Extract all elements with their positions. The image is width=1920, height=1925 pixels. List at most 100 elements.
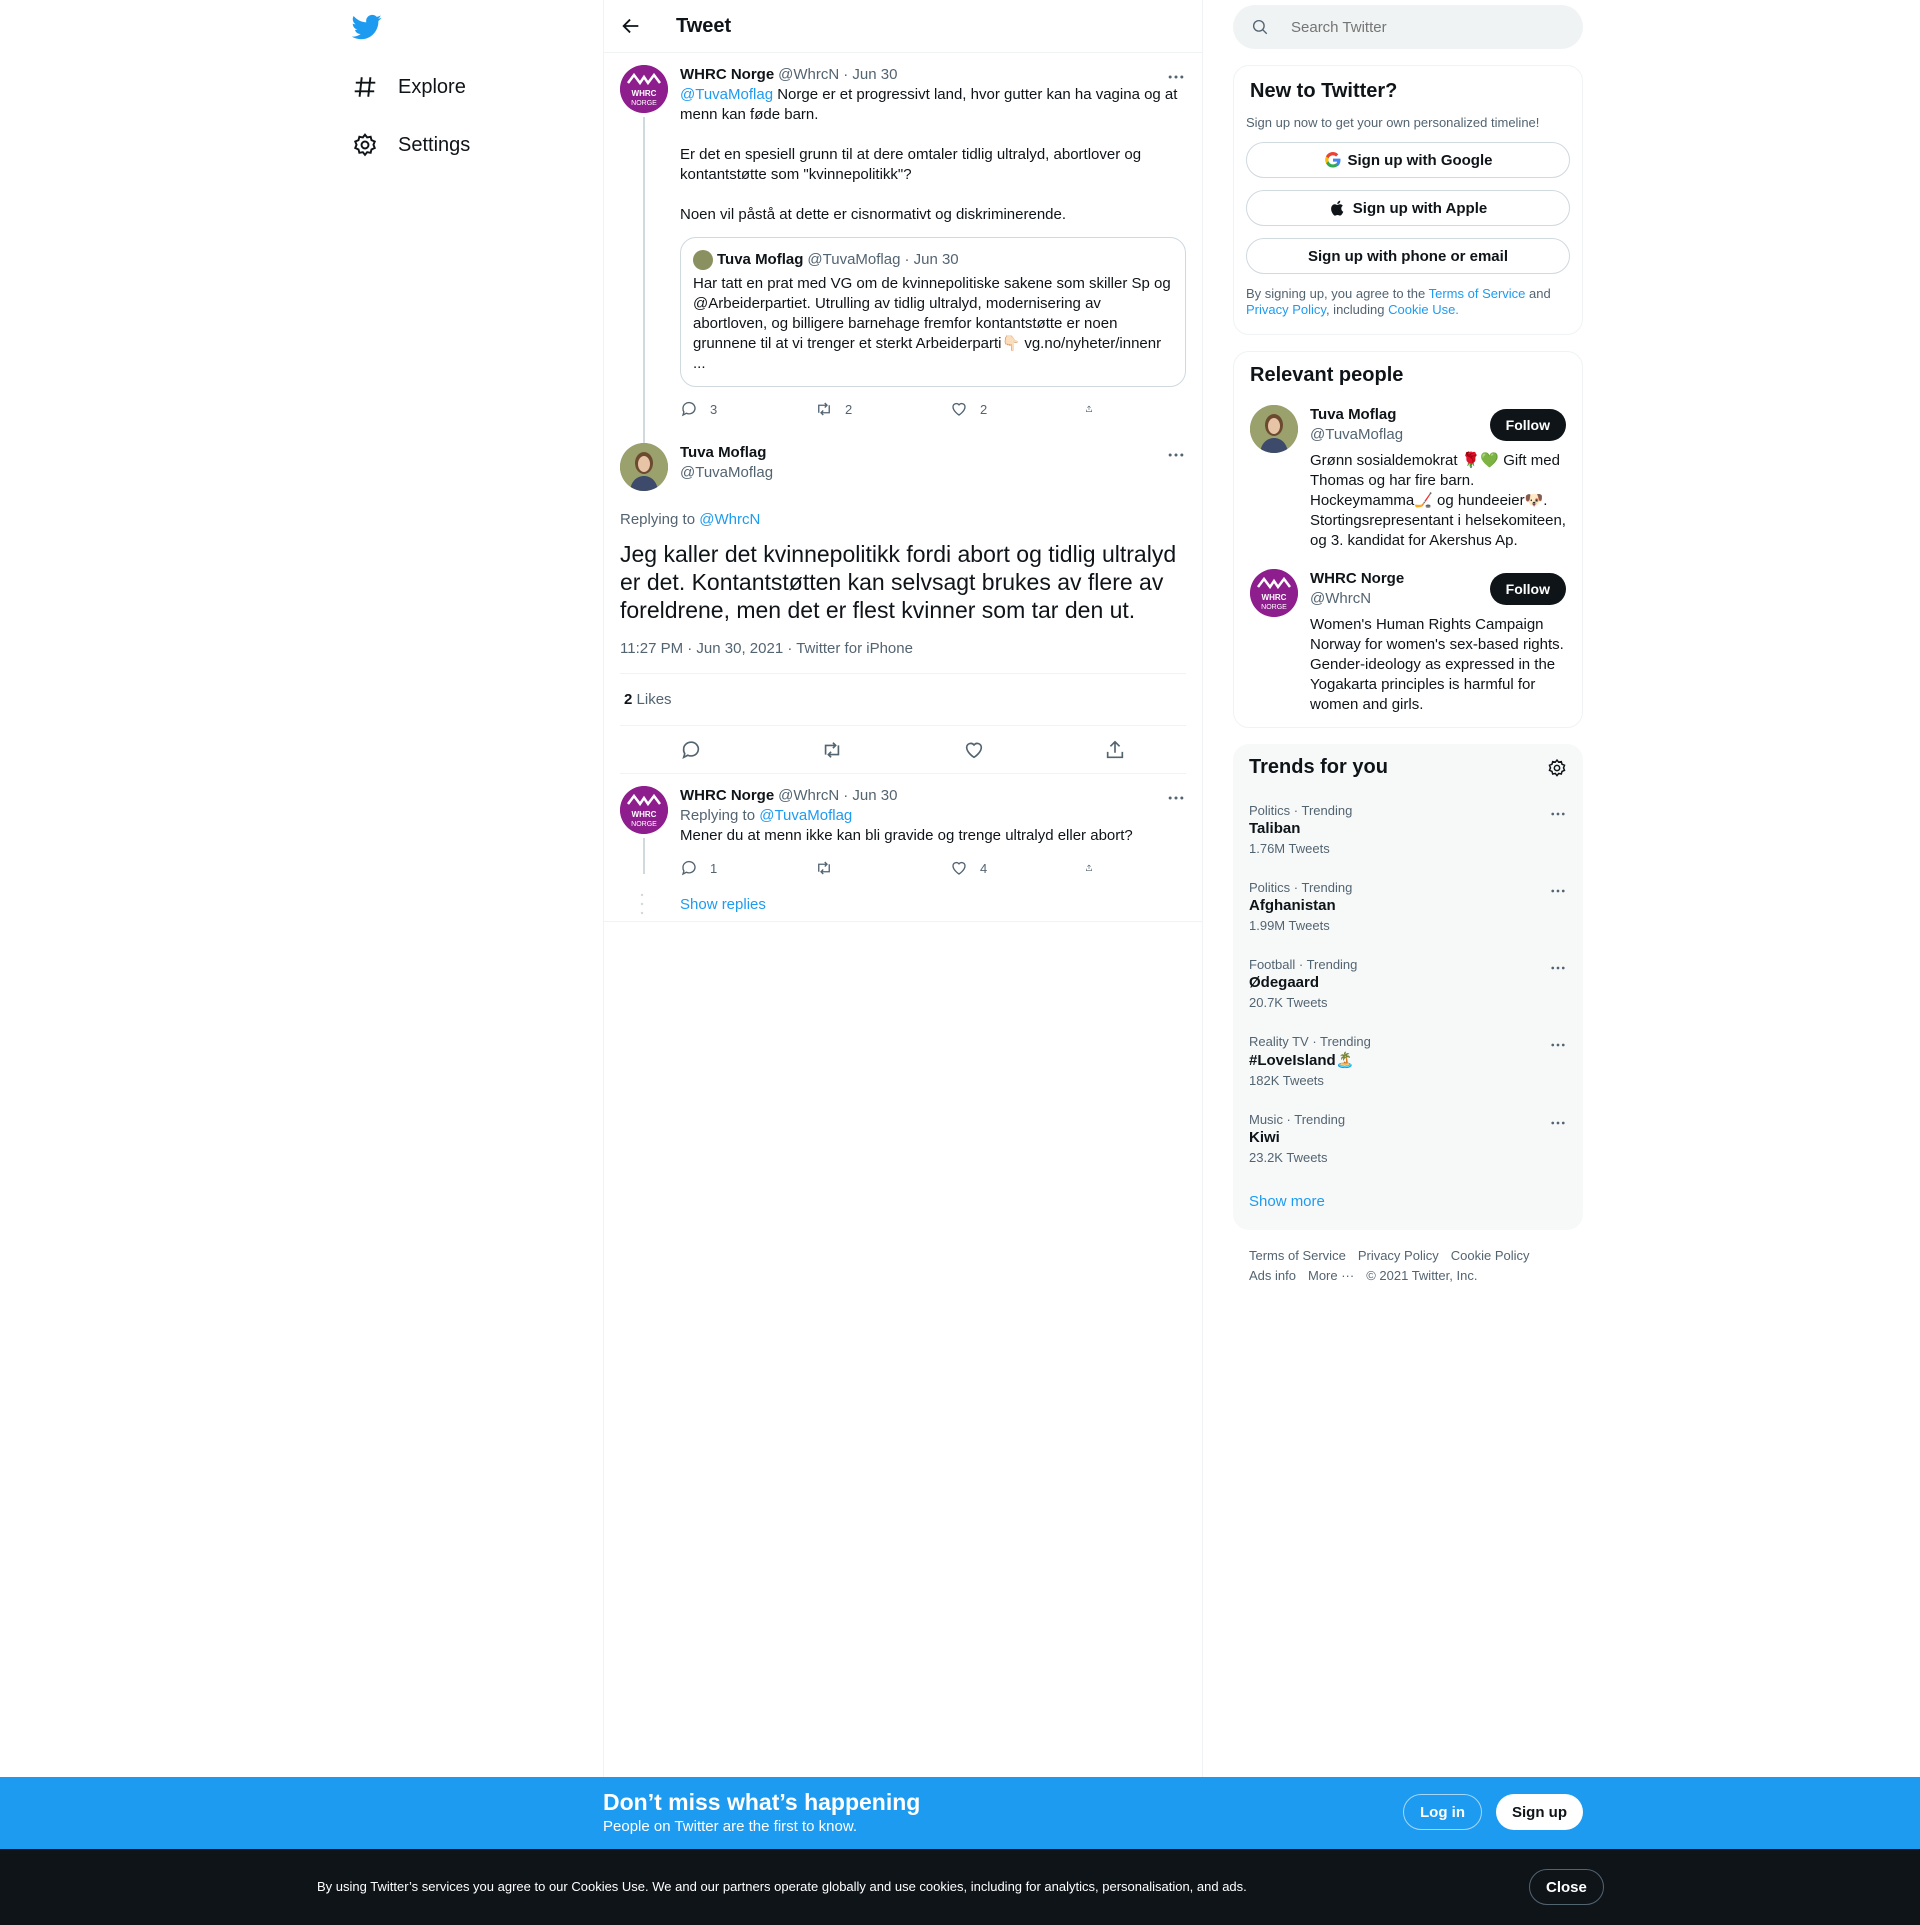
author-name[interactable]: Tuva Moflag (680, 444, 766, 461)
quoted-tweet[interactable]: Tuva Moflag @TuvaMoflag · Jun 30 Har tat… (680, 237, 1186, 387)
share-icon[interactable] (1104, 739, 1126, 761)
trend-item[interactable]: Football · Trending Ødegaard 20.7K Tweet… (1233, 945, 1583, 1022)
author-name[interactable]: WHRC Norge (680, 65, 774, 85)
follow-button[interactable]: Follow (1489, 573, 1566, 605)
retweet-button[interactable]: 2 (815, 399, 925, 419)
svg-text:NORGE: NORGE (1261, 604, 1287, 611)
hashtag-icon (354, 77, 376, 97)
avatar-whrc[interactable]: WHRC NORGE (620, 786, 668, 834)
cookie-close-button[interactable]: Close (1529, 1869, 1604, 1905)
footer-more[interactable]: More ··· (1308, 1268, 1354, 1283)
signup-phone-button[interactable]: Sign up with phone or email (1246, 238, 1570, 274)
avatar-whrc[interactable]: WHRC NORGE (1250, 569, 1298, 617)
signup-google-button[interactable]: Sign up with Google (1246, 142, 1570, 178)
person-bio: Grønn sosialdemokrat 🌹💚 Gift med Thomas … (1310, 452, 1566, 549)
tweet-text: @TuvaMoflag Norge er et progressivt land… (680, 85, 1186, 225)
like-count: 2 (980, 401, 988, 417)
signup-button[interactable]: Sign up (1496, 1794, 1583, 1830)
retweet-icon[interactable] (821, 739, 843, 761)
author-handle[interactable]: @WhrcN (778, 65, 839, 85)
more-icon[interactable] (1166, 445, 1186, 465)
gear-icon[interactable] (1547, 758, 1567, 778)
more-icon[interactable] (1549, 959, 1567, 977)
google-icon (1324, 152, 1340, 168)
parent-tweet[interactable]: WHRC NORGE WHRC Norge @WhrcN · Jun 30 @T… (604, 53, 1202, 473)
trend-item[interactable]: Reality TV · Trending #LoveIsland🏝️ 182K… (1233, 1022, 1583, 1100)
reply-button[interactable]: 1 (680, 858, 790, 878)
more-icon[interactable] (1549, 1114, 1567, 1132)
replying-to-link[interactable]: @TuvaMoflag (759, 807, 852, 824)
reply-button[interactable]: 3 (680, 399, 790, 419)
replying-to-link[interactable]: @WhrcN (699, 511, 760, 528)
trend-item[interactable]: Politics · Trending Afghanistan 1.99M Tw… (1233, 868, 1583, 945)
nav-explore[interactable]: Explore (352, 67, 466, 107)
back-arrow-icon[interactable] (620, 15, 642, 37)
share-button[interactable] (1085, 858, 1105, 878)
replying-to: Replying to @TuvaMoflag (680, 806, 1186, 826)
author-handle[interactable]: @WhrcN (778, 786, 839, 806)
mention-link[interactable]: @TuvaMoflag (680, 86, 773, 103)
author-handle[interactable]: @TuvaMoflag (680, 463, 1186, 483)
more-icon[interactable] (1549, 805, 1567, 823)
trend-item[interactable]: Music · Trending Kiwi 23.2K Tweets (1233, 1100, 1583, 1177)
avatar-whrc[interactable]: WHRC NORGE (620, 65, 668, 113)
follow-button[interactable]: Follow (1489, 409, 1566, 441)
more-icon[interactable] (1166, 67, 1186, 87)
search-input[interactable] (1291, 18, 1541, 36)
person-item[interactable]: WHRC NORGE WHRC Norge @WhrcN Women's Hum… (1250, 569, 1566, 715)
like-button[interactable]: 4 (950, 858, 1060, 878)
signup-google-label: Sign up with Google (1347, 151, 1493, 169)
page-title: Tweet (676, 14, 732, 37)
share-icon (1086, 864, 1092, 871)
avatar-tuva[interactable] (620, 443, 668, 491)
page-header: Tweet (604, 0, 1202, 53)
share-button[interactable] (1085, 399, 1105, 419)
signup-card: New to Twitter? Sign up now to get your … (1233, 65, 1583, 335)
more-icon[interactable] (1166, 788, 1186, 808)
nav-settings[interactable]: Settings (352, 125, 470, 165)
person-photo-icon (620, 443, 668, 491)
privacy-link[interactable]: Privacy Policy (1246, 302, 1326, 317)
footer-ads[interactable]: Ads info (1249, 1268, 1296, 1283)
tweet-date[interactable]: · Jun 30 (843, 786, 897, 806)
heart-icon[interactable] (963, 739, 985, 761)
main-column: Tweet WHRC NORGE WHRC Norge @WhrcN · Jun… (603, 0, 1203, 1925)
tweet-timestamp[interactable]: 11:27 PM · Jun 30, 2021 · Twitter for iP… (620, 640, 1186, 674)
tos-link[interactable]: Terms of Service (1429, 286, 1526, 301)
tweet-date[interactable]: · Jun 30 (843, 65, 897, 85)
person-item[interactable]: Tuva Moflag @TuvaMoflag Grønn sosialdemo… (1250, 405, 1566, 551)
like-button[interactable]: 2 (950, 399, 1060, 419)
search-box[interactable] (1233, 5, 1583, 49)
signup-legal: By signing up, you agree to the Terms of… (1246, 286, 1570, 318)
reply-count: 1 (710, 860, 718, 876)
quoted-avatar (693, 250, 713, 270)
trend-count: 23.2K Tweets (1249, 1150, 1328, 1165)
more-icon[interactable] (1549, 1036, 1567, 1054)
trend-name: Afghanistan (1249, 897, 1336, 914)
reply-icon[interactable] (680, 739, 702, 761)
reply-icon (681, 860, 696, 876)
footer-cookie[interactable]: Cookie Policy (1451, 1248, 1530, 1263)
footer-tos[interactable]: Terms of Service (1249, 1248, 1346, 1263)
login-button[interactable]: Log in (1403, 1794, 1482, 1830)
trend-name: Ødegaard (1249, 974, 1320, 991)
twitter-logo-icon[interactable] (352, 12, 382, 42)
show-replies-link[interactable]: Show replies (680, 896, 766, 913)
reply-tweet[interactable]: WHRC NORGE WHRC Norge @WhrcN · Jun 30 Re… (604, 774, 1202, 922)
more-icon[interactable] (1549, 882, 1567, 900)
trend-count: 1.76M Tweets (1249, 841, 1330, 856)
cookie-link[interactable]: Cookie Use. (1388, 302, 1459, 317)
trends-title: Trends for you (1249, 756, 1388, 778)
trend-item[interactable]: Politics · Trending Taliban 1.76M Tweets (1233, 791, 1583, 868)
show-more-link[interactable]: Show more (1233, 1177, 1583, 1226)
signup-apple-button[interactable]: Sign up with Apple (1246, 190, 1570, 226)
replying-prefix: Replying to (620, 511, 700, 528)
avatar-tuva[interactable] (1250, 405, 1298, 453)
likes-summary[interactable]: 2 Likes (620, 674, 1186, 726)
footer-privacy[interactable]: Privacy Policy (1358, 1248, 1439, 1263)
trend-name: Kiwi (1249, 1129, 1280, 1146)
author-name[interactable]: WHRC Norge (680, 786, 774, 806)
trend-count: 182K Tweets (1249, 1073, 1324, 1088)
retweet-button[interactable] (815, 858, 925, 878)
svg-text:NORGE: NORGE (631, 100, 657, 107)
